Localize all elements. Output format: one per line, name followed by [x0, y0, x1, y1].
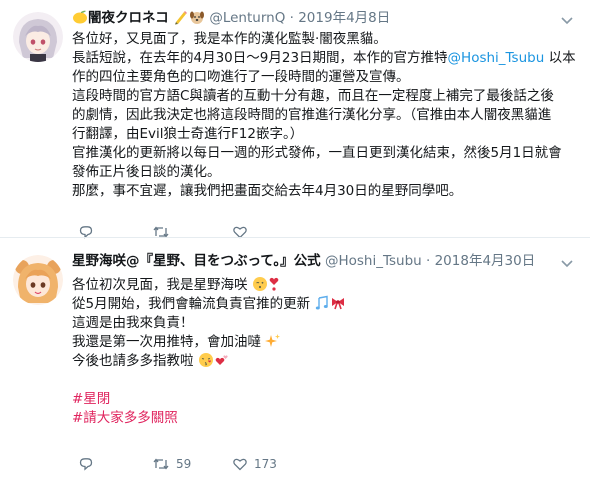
- tweet-line: 發佈正片後日談的漢化。: [72, 164, 221, 180]
- chevron-down-icon[interactable]: [558, 12, 576, 25]
- retweet-button[interactable]: 59: [152, 454, 191, 474]
- tweet-actions: 59 173: [72, 454, 432, 474]
- display-name[interactable]: 星野海咲@『星野、目をつぶって。』公式: [72, 253, 321, 269]
- separator-dot: ·: [289, 10, 294, 26]
- tweet-line: [72, 371, 580, 390]
- tweet-line: 行翻譯，由Evil狼士奇進行F12嵌字。）: [72, 126, 304, 142]
- tweet-text: 各位初次見面，我是星野海咲 從5月開始，我們會輪流負責官推的更新 這週是由我來負…: [72, 276, 580, 428]
- two-hearts-emoji: [214, 352, 230, 374]
- reply-button[interactable]: [78, 454, 100, 474]
- mention-link[interactable]: @Hoshi_Tsubu: [448, 50, 545, 66]
- like-button[interactable]: 173: [232, 454, 277, 474]
- kiss-face-emoji: [198, 352, 214, 374]
- tweet-line: #請大家多多關照: [72, 409, 580, 428]
- hashtag-link[interactable]: #星閉: [72, 391, 110, 407]
- ribbon-emoji: [330, 295, 346, 317]
- tweet-header: 星野海咲@『星野、目をつぶって。』公式 @Hoshi_Tsubu · 2018年…: [72, 251, 535, 271]
- separator-dot: ·: [426, 253, 431, 269]
- tweet-header: 闇夜クロネコ @LenturnQ · 2019年4月8日: [72, 8, 390, 28]
- avatar[interactable]: [13, 12, 63, 62]
- user-handle[interactable]: @Hoshi_Tsubu: [325, 253, 422, 269]
- divider: [0, 237, 590, 238]
- tweet-line: #星閉: [72, 390, 580, 409]
- like-count: 173: [254, 457, 277, 471]
- lemon-emoji: [72, 9, 88, 31]
- tweet-line: 今後也請多多指教啦: [72, 352, 580, 371]
- tweet-line: 我還是第一次用推特，會加油噠: [72, 333, 580, 352]
- display-name[interactable]: 闇夜クロネコ: [88, 10, 169, 26]
- tweet-line: 這段時間的官方語C與讀者的互動十分有趣，而且在一定程度上補完了最後話之後: [72, 88, 554, 104]
- tweet-line: 官推漢化的更新將以每日一週的形式發佈，一直日更到漢化結束，然後5月1日就會: [72, 145, 562, 161]
- chevron-down-icon[interactable]: [558, 255, 576, 268]
- tweet-text: 各位好，又見面了，我是本作的漢化監製·闇夜黑貓。 長話短說，在去年的4月30日～…: [72, 30, 580, 201]
- tweet-line: 的劇情，因此我決定也將這段時間的官推進行漢化分享。（官推由本人闇夜黑貓進: [72, 107, 552, 123]
- hashtag-link[interactable]: #請大家多多關照: [72, 410, 178, 426]
- reply-icon: [78, 456, 94, 472]
- tweet-date[interactable]: 2019年4月8日: [298, 10, 390, 26]
- tweet-date[interactable]: 2018年4月30日: [435, 253, 536, 269]
- tweet-line: 各位初次見面，我是星野海咲: [72, 276, 580, 295]
- tweet-1[interactable]: 闇夜クロネコ @LenturnQ · 2019年4月8日 各位好，又見面了，我是…: [0, 0, 590, 239]
- avatar[interactable]: [13, 255, 63, 305]
- tweet-line: 那麼，事不宜遲，讓我們把畫面交給去年4月30日的星野同學吧。: [72, 183, 463, 199]
- tweet-line: 從5月開始，我們會輪流負責官推的更新: [72, 295, 580, 314]
- pencil-emoji: [173, 9, 189, 31]
- retweet-icon: [152, 456, 170, 472]
- user-handle[interactable]: @LenturnQ: [209, 10, 285, 26]
- sparkles-emoji: [265, 333, 281, 355]
- heart-icon: [232, 456, 248, 472]
- tweet-line: 作的四位主要角色的口吻進行了一段時間的運營及宣傳。: [72, 69, 410, 85]
- musical-notes-emoji: [314, 295, 330, 317]
- tweet-line: 各位好，又見面了，我是本作的漢化監製·闇夜黑貓。: [72, 31, 387, 47]
- tweet-line: 長話短說，在去年的4月30日～9月23日期間，本作的官方推特@Hoshi_Tsu…: [72, 50, 576, 66]
- dog-face-emoji: [189, 9, 205, 31]
- retweet-count: 59: [176, 457, 192, 471]
- tweet-2[interactable]: 星野海咲@『星野、目をつぶって。』公式 @Hoshi_Tsubu · 2018年…: [0, 239, 590, 479]
